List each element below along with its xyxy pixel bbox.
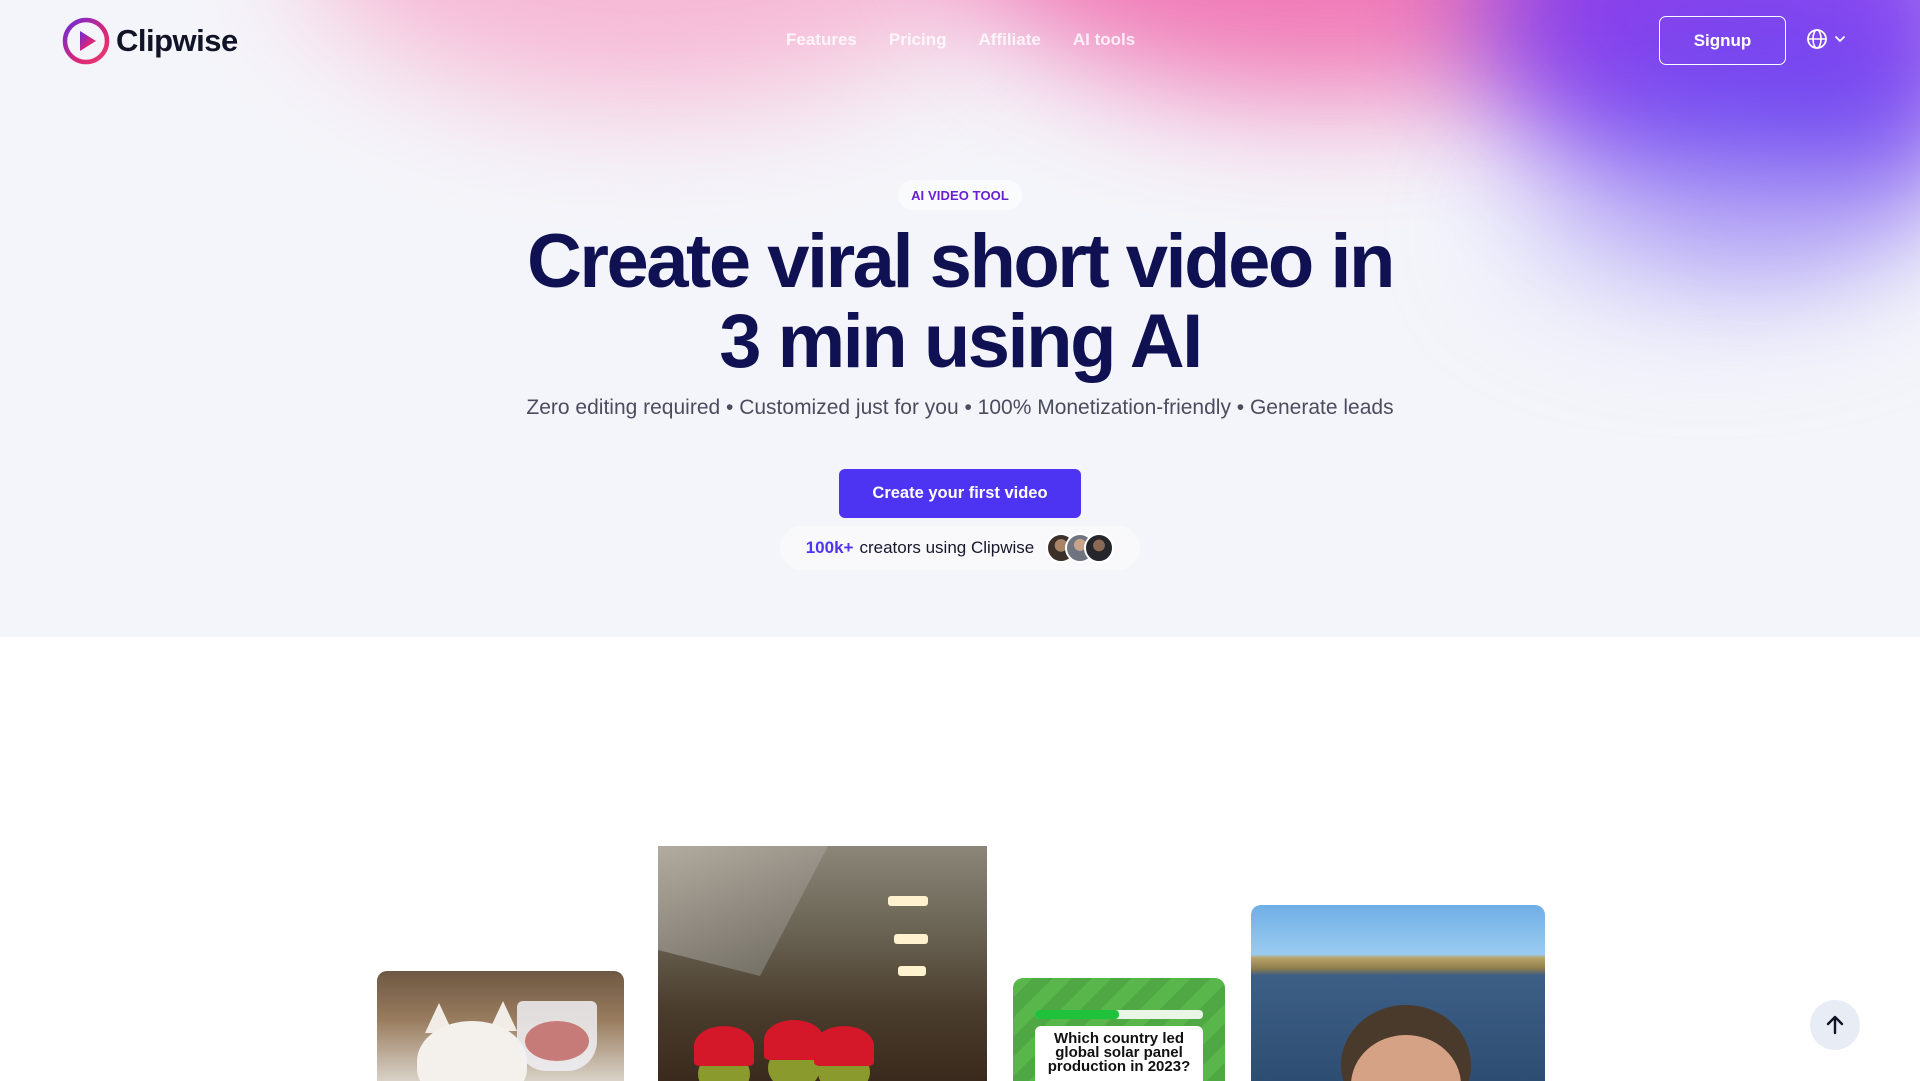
- hero-section: AI VIDEO TOOL Create viral short video i…: [0, 0, 1920, 637]
- example-video-quiz[interactable]: Which country led global solar panel pro…: [1013, 978, 1225, 1081]
- example-video-kitchen[interactable]: [658, 846, 987, 1081]
- chevron-down-icon: [1835, 36, 1845, 43]
- signup-button[interactable]: Signup: [1659, 16, 1786, 65]
- headline-line-2: 3 min using AI: [719, 299, 1203, 384]
- brand-name: Clipwise: [116, 23, 238, 58]
- arrow-up-icon: [1826, 1015, 1844, 1035]
- nav-link-affiliate[interactable]: Affiliate: [979, 30, 1041, 50]
- hero-gradient-lavender: [1500, 150, 1920, 310]
- creator-avatars: [1046, 533, 1115, 563]
- nav-links: Features Pricing Affiliate AI tools: [786, 30, 1135, 50]
- hero-headline: Create viral short video in 3 min using …: [460, 222, 1460, 382]
- ai-video-tool-badge: AI VIDEO TOOL: [898, 180, 1022, 210]
- creators-social-proof: 100k+ creators using Clipwise: [780, 526, 1140, 570]
- language-selector[interactable]: [1806, 28, 1846, 50]
- brand-logo[interactable]: Clipwise: [62, 16, 238, 66]
- nav-link-ai-tools[interactable]: AI tools: [1073, 30, 1135, 50]
- example-video-river[interactable]: [1251, 905, 1545, 1081]
- quiz-progress-fill: [1035, 1010, 1119, 1019]
- quiz-question: Which country led global solar panel pro…: [1035, 1026, 1203, 1081]
- avatar: [1084, 533, 1115, 563]
- creators-count: 100k+: [805, 538, 854, 557]
- scroll-to-top-button[interactable]: [1810, 1000, 1860, 1050]
- top-navbar: Clipwise Features Pricing Affiliate AI t…: [0, 0, 1920, 80]
- create-first-video-button[interactable]: Create your first video: [839, 469, 1081, 518]
- globe-icon: [1807, 29, 1827, 49]
- headline-line-1: Create viral short video in: [527, 219, 1395, 304]
- nav-link-features[interactable]: Features: [786, 30, 857, 50]
- nav-link-pricing[interactable]: Pricing: [889, 30, 947, 50]
- play-circle-icon: [62, 17, 110, 65]
- hero-subline: Zero editing required • Customized just …: [526, 396, 1394, 419]
- example-video-cat[interactable]: [377, 971, 624, 1081]
- creators-text: creators using Clipwise: [859, 538, 1035, 557]
